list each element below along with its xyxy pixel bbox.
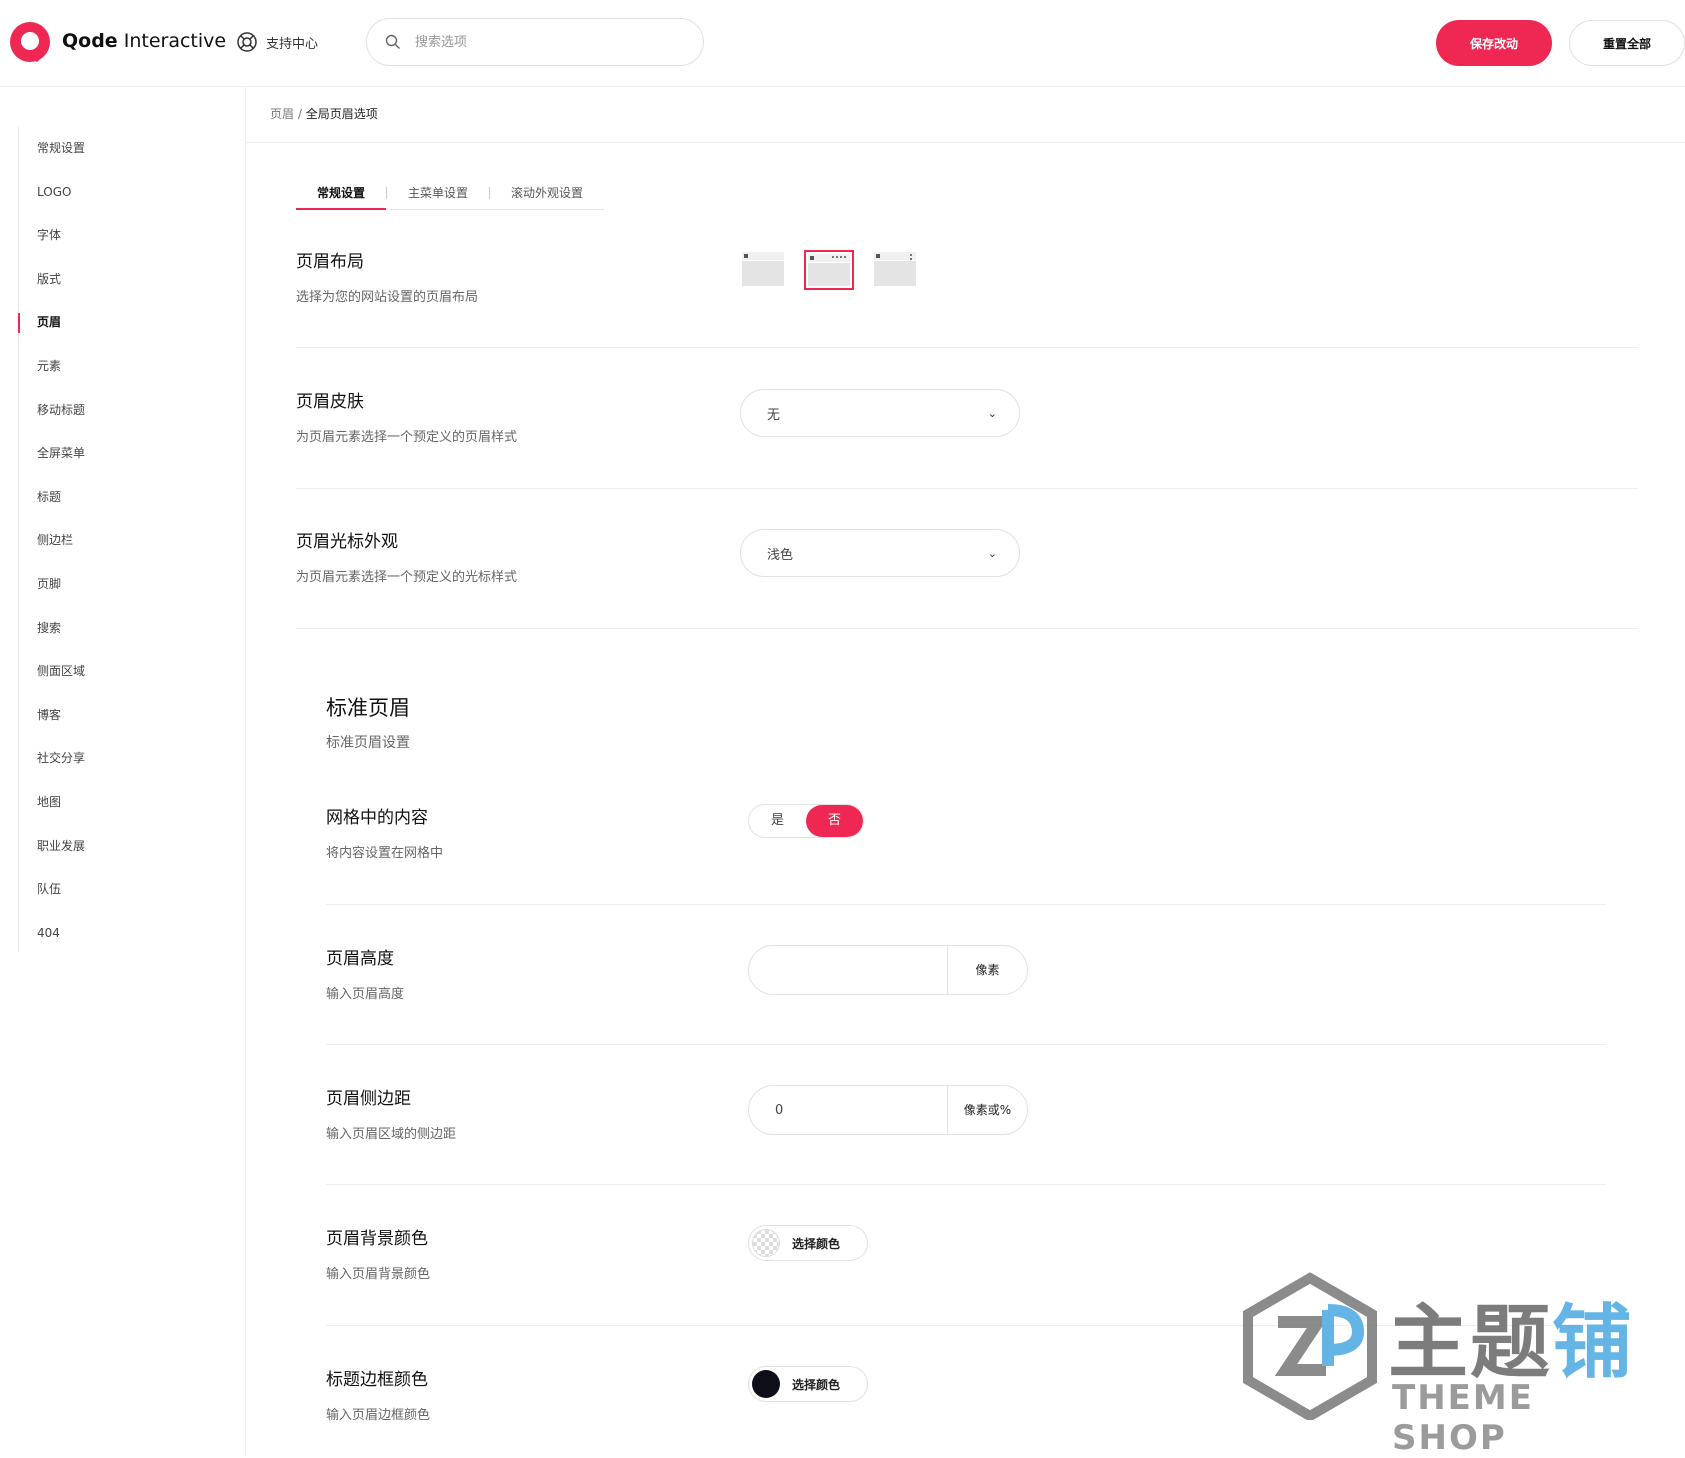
standard-header-desc: 标准页眉设置: [326, 735, 410, 751]
divider: [296, 347, 1638, 348]
chevron-down-icon: ⌄: [987, 406, 997, 420]
header-side-padding-unit: 像素或%: [947, 1086, 1027, 1134]
watermark-en-text: THEME SHOP: [1392, 1378, 1534, 1458]
brand-name: Qode Interactive: [62, 30, 227, 52]
header-height-input-group: 像素: [748, 945, 1028, 995]
tab-scroll-appearance[interactable]: 滚动外观设置: [490, 176, 604, 209]
qode-logo-icon[interactable]: [10, 22, 50, 62]
top-bar: Qode Interactive 支持中心 保存改动 重置全部: [0, 0, 1685, 87]
transparent-swatch: [752, 1229, 780, 1257]
header-skin-value: 无: [767, 407, 781, 423]
sidebar-item[interactable]: 页眉: [18, 301, 85, 345]
content-in-grid-row: 网格中的内容 将内容设置在网格中: [326, 803, 1606, 861]
watermark-logo-icon: [1243, 1272, 1377, 1420]
sidebar: 常规设置 LOGO 字体 版式 页眉 元素 移动标题 全屏菜单 标题 侧边栏 页脚 搜索 侧面区域 博客社…: [0, 87, 246, 1456]
sidebar-menu: 常规设置 LOGO 字体 版式 页眉 元素 移动标题 全屏菜单 标题 侧边栏 页脚 搜索 侧面区域 博客社…: [18, 127, 85, 955]
watermark-cn-text: 主题铺: [1388, 1296, 1634, 1389]
header-side-padding-input-group: 像素或%: [748, 1085, 1028, 1135]
select-color-label: 选择颜色: [792, 1377, 841, 1392]
divider: [326, 1184, 1606, 1185]
sidebar-item[interactable]: 元素: [18, 345, 85, 389]
breadcrumb-parent[interactable]: 页眉: [270, 107, 294, 121]
sidebar-item[interactable]: 队伍: [18, 868, 85, 912]
breadcrumb-divider: [246, 142, 1685, 143]
select-color-label: 选择颜色: [792, 1236, 841, 1251]
toggle-no-option[interactable]: 否: [806, 805, 863, 837]
header-bg-color-title: 页眉背景颜色: [326, 1229, 428, 1249]
header-height-input[interactable]: [749, 946, 947, 994]
sidebar-item[interactable]: 标题: [18, 476, 85, 520]
search-icon: [385, 34, 400, 49]
sidebar-item[interactable]: 页脚: [18, 563, 85, 607]
header-cursor-value: 浅色: [767, 547, 794, 563]
content-in-grid-toggle: 是 否: [748, 804, 864, 838]
header-side-padding-input[interactable]: [749, 1086, 947, 1134]
search-input[interactable]: [413, 33, 657, 51]
sidebar-item[interactable]: 常规设置: [18, 127, 85, 171]
sidebar-item[interactable]: 字体: [18, 214, 85, 258]
breadcrumb-separator: /: [294, 107, 306, 121]
content-in-grid-title: 网格中的内容: [326, 808, 428, 828]
theme-shop-watermark: 主题铺 THEME SHOP: [1240, 1270, 1660, 1458]
layout-option-centered-menu[interactable]: [804, 250, 854, 290]
content-in-grid-desc: 将内容设置在网格中: [326, 846, 444, 861]
toggle-yes-option[interactable]: 是: [749, 805, 806, 837]
header-layout-row: 页眉布局 选择为您的网站设置的页眉布局: [296, 247, 1638, 305]
sidebar-item[interactable]: 职业发展: [18, 825, 85, 869]
tab-main-menu[interactable]: 主菜单设置: [387, 176, 489, 209]
header-border-color-picker[interactable]: 选择颜色: [748, 1366, 868, 1402]
sidebar-item[interactable]: 搜索: [18, 607, 85, 651]
dark-color-swatch: [752, 1370, 780, 1398]
sidebar-item[interactable]: 移动标题: [18, 389, 85, 433]
save-changes-button[interactable]: 保存改动: [1436, 20, 1552, 66]
header-height-unit: 像素: [947, 946, 1027, 994]
sidebar-item[interactable]: 全屏菜单: [18, 432, 85, 476]
header-cursor-select[interactable]: 浅色 ⌄: [740, 529, 1020, 577]
sidebar-item[interactable]: LOGO: [18, 171, 85, 215]
sidebar-item[interactable]: 版式: [18, 258, 85, 302]
header-layout-title: 页眉布局: [296, 252, 364, 272]
search-box[interactable]: [366, 18, 704, 66]
sidebar-item[interactable]: 地图: [18, 781, 85, 825]
reset-all-button[interactable]: 重置全部: [1569, 20, 1685, 66]
divider: [326, 1044, 1606, 1045]
sidebar-item[interactable]: 博客: [18, 694, 85, 738]
lifebuoy-icon: [237, 32, 257, 52]
breadcrumb: 页眉 / 全局页眉选项: [270, 105, 378, 122]
layout-option-vertical-menu[interactable]: [872, 250, 918, 288]
sidebar-item[interactable]: 侧边栏: [18, 519, 85, 563]
tab-general[interactable]: 常规设置: [296, 176, 387, 210]
header-layout-desc: 选择为您的网站设置的页眉布局: [296, 290, 479, 305]
support-center-label: 支持中心: [266, 36, 319, 52]
sidebar-item[interactable]: 社交分享: [18, 737, 85, 781]
settings-tabs: 常规设置 主菜单设置 滚动外观设置: [296, 176, 605, 210]
standard-header-title: 标准页眉: [326, 696, 410, 720]
header-layout-options: [740, 250, 918, 290]
support-center-link[interactable]: 支持中心: [236, 31, 318, 53]
chevron-down-icon: ⌄: [987, 546, 997, 560]
header-skin-select[interactable]: 无 ⌄: [740, 389, 1020, 437]
layout-option-standard[interactable]: [740, 250, 786, 288]
header-bg-color-picker[interactable]: 选择颜色: [748, 1225, 868, 1261]
divider: [296, 488, 1638, 489]
divider: [326, 904, 1606, 905]
sidebar-item[interactable]: 404: [18, 912, 85, 956]
sidebar-item[interactable]: 侧面区域: [18, 650, 85, 694]
divider: [296, 628, 1638, 629]
breadcrumb-current: 全局页眉选项: [305, 107, 378, 121]
